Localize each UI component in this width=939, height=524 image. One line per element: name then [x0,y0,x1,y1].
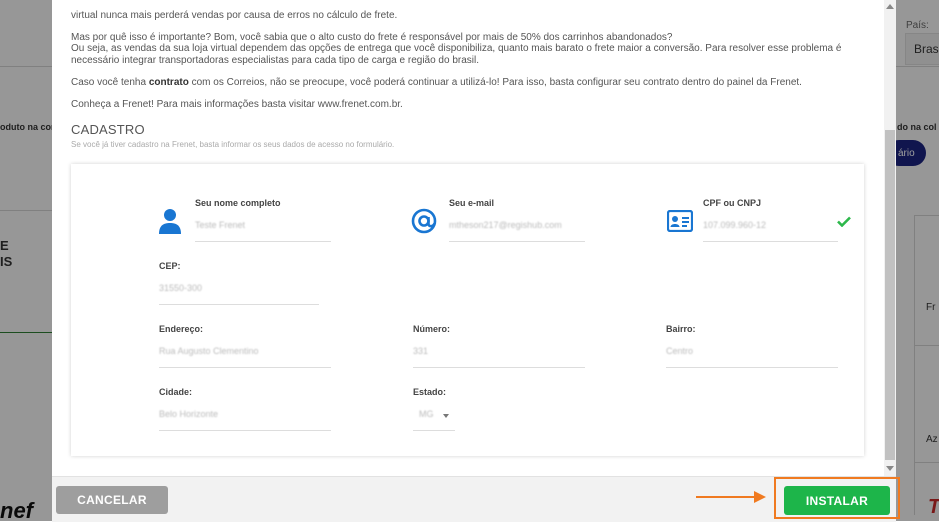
cidade-label: Cidade: [159,387,193,397]
user-icon [159,208,181,239]
name-label: Seu nome completo [195,198,281,208]
endereco-field-underline [159,367,331,368]
arrow-right-icon-head [754,491,766,503]
estado-select-underline [413,430,455,431]
cpf-field-underline [703,241,838,242]
frenet-paragraph: Conheça a Frenet! Para mais informações … [71,99,403,110]
scroll-down-icon[interactable] [886,466,894,471]
modal-footer: CANCELAR INSTALAR [52,476,896,522]
install-modal: virtual nunca mais perderá vendas por ca… [52,0,896,522]
estado-select-value: MG [419,409,434,419]
numero-label: Número: [413,324,451,334]
modal-scrollbar-thumb[interactable] [885,130,895,460]
scroll-up-icon[interactable] [886,4,894,9]
why-paragraph-2: Ou seja, as vendas da sua loja virtual d… [71,43,842,66]
cadastro-subtitle: Se você já tiver cadastro na Frenet, bas… [71,140,395,149]
numero-field-underline [413,367,585,368]
why-paragraph-1: Mas por quê isso é importante? Bom, você… [71,32,673,43]
email-label: Seu e-mail [449,198,495,208]
cidade-field[interactable]: Belo Horizonte [159,409,331,419]
contract-text-after: com os Correios, não se preocupe, você p… [188,77,802,88]
intro-paragraph: virtual nunca mais perderá vendas por ca… [71,10,398,21]
email-field-underline [449,241,585,242]
arrow-right-icon [696,496,756,498]
cidade-field-underline [159,430,331,431]
cpf-field[interactable]: 107.099.960-12 [703,220,838,230]
name-field[interactable]: Teste Frenet [195,220,331,230]
cep-label: CEP: [159,261,181,271]
estado-select[interactable]: MG [413,404,455,430]
at-sign-icon [411,208,437,239]
bairro-label: Bairro: [666,324,696,334]
cadastro-form: Seu nome completo Teste Frenet Seu e-mai… [71,164,864,456]
endereco-label: Endereço: [159,324,204,334]
name-field-underline [195,241,331,242]
endereco-field[interactable]: Rua Augusto Clementino [159,346,331,356]
caret-down-icon [443,414,449,418]
id-card-icon [666,209,694,237]
bairro-field-underline [666,367,838,368]
cpf-label: CPF ou CNPJ [703,198,762,208]
cadastro-title: CADASTRO [71,122,145,137]
contract-paragraph: Caso você tenha contrato com os Correios… [71,77,871,89]
cancel-button[interactable]: CANCELAR [56,486,168,514]
bairro-field[interactable]: Centro [666,346,838,356]
cep-field-underline [159,304,319,305]
modal-content: virtual nunca mais perderá vendas por ca… [52,0,884,476]
contract-text-before: Caso você tenha [71,77,149,88]
estado-label: Estado: [413,387,447,397]
check-icon [837,214,851,232]
email-field[interactable]: mtheson217@regishub.com [449,220,585,230]
install-highlight-box [774,477,900,519]
contract-text-bold: contrato [148,77,189,88]
cep-field[interactable]: 31550-300 [159,283,319,293]
numero-field[interactable]: 331 [413,346,585,356]
